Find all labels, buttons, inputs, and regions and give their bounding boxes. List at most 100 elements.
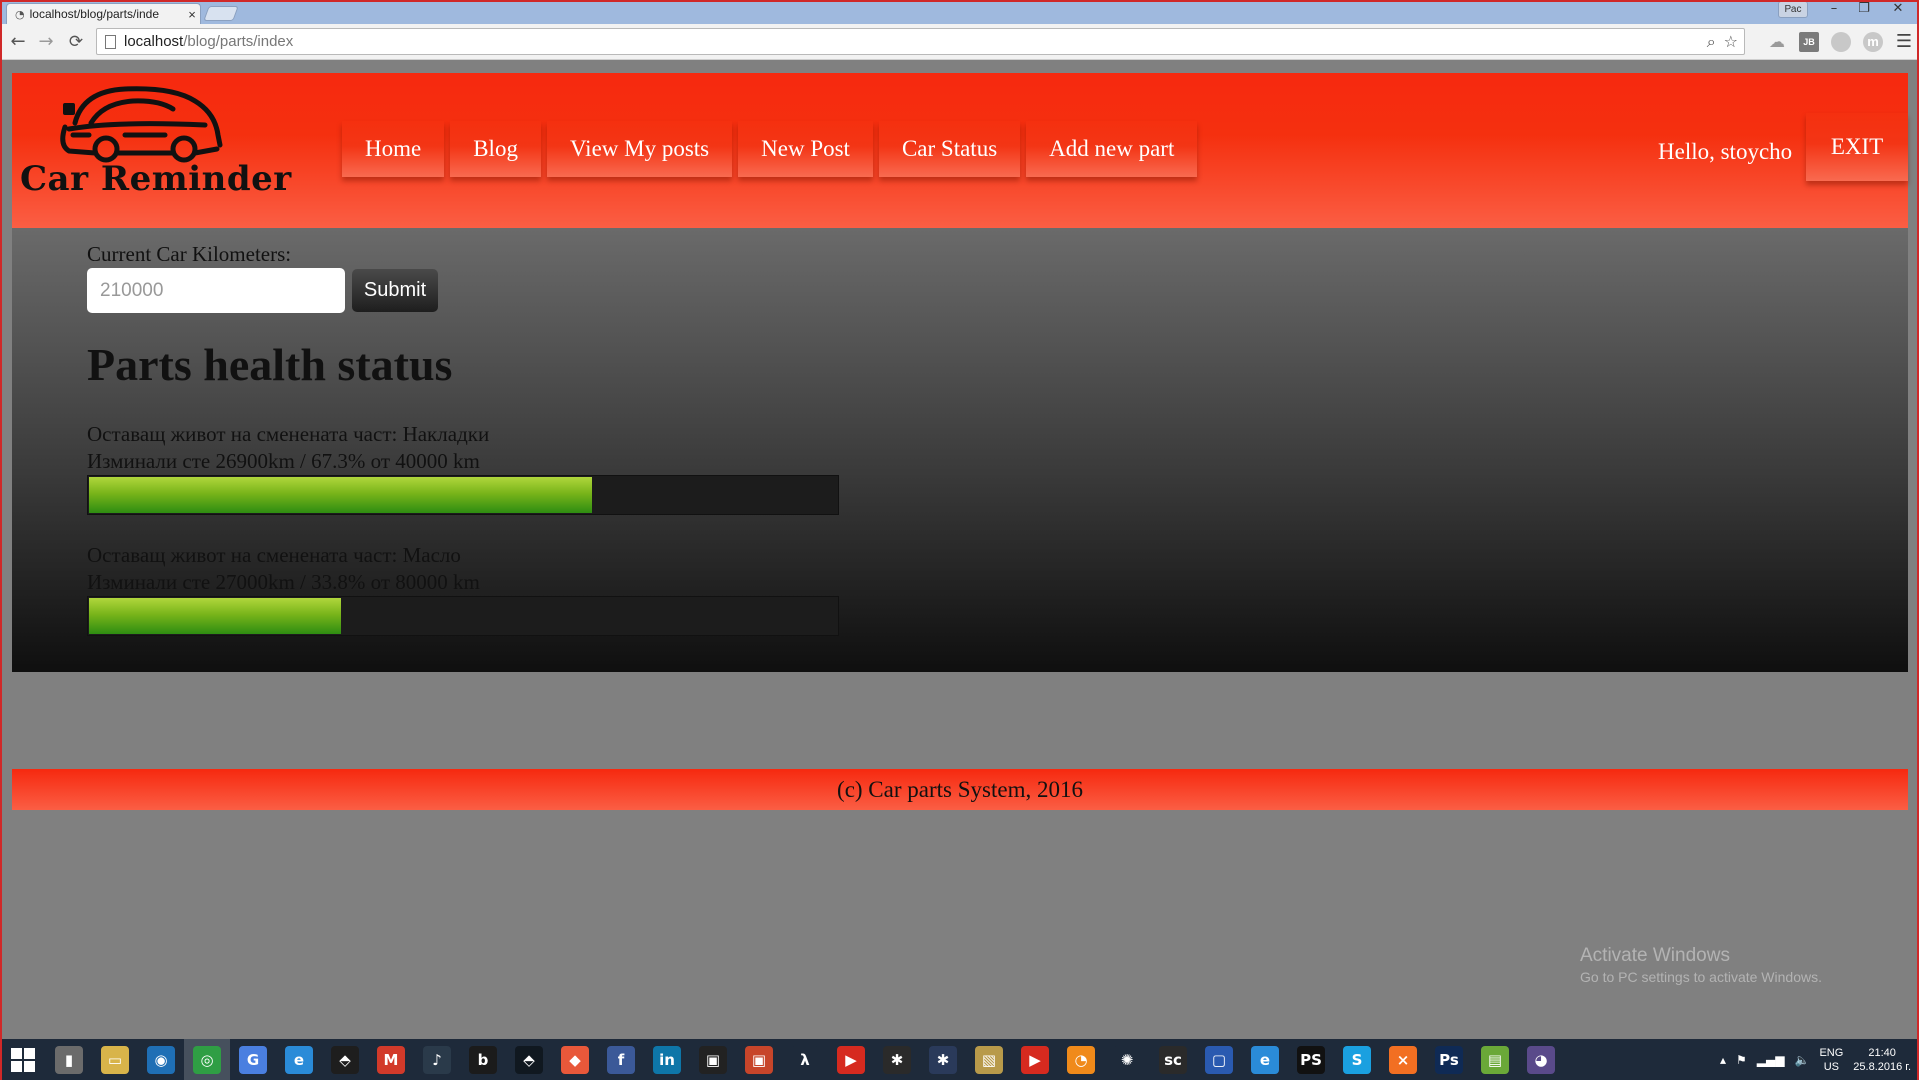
taskbar-app[interactable]: ✱	[920, 1039, 966, 1080]
taskbar-app[interactable]: λ	[782, 1039, 828, 1080]
taskbar-app[interactable]: ✺	[1104, 1039, 1150, 1080]
taskbar-app[interactable]: ▣	[690, 1039, 736, 1080]
browser-tab[interactable]: ◔ localhost/blog/parts/inde ×	[6, 3, 201, 24]
taskbar-app[interactable]: S	[1334, 1039, 1380, 1080]
app-red-icon: ▣	[745, 1045, 773, 1074]
taskbar-app[interactable]: ◉	[138, 1039, 184, 1080]
taskbar-app[interactable]: ◕	[1518, 1039, 1564, 1080]
nav-home[interactable]: Home	[342, 121, 445, 177]
car-logo-icon	[60, 86, 223, 163]
forward-button[interactable]: →	[34, 30, 58, 54]
gray-circle-extension-icon[interactable]	[1831, 32, 1851, 52]
taskbar-app[interactable]: sc	[1150, 1039, 1196, 1080]
volume-icon[interactable]: 🔈	[1794, 1053, 1809, 1067]
taskbar-app[interactable]: ▶	[828, 1039, 874, 1080]
taskbar-app[interactable]: ▤	[1472, 1039, 1518, 1080]
taskbar-app[interactable]: ♪	[414, 1039, 460, 1080]
submit-button[interactable]: Submit	[352, 269, 438, 312]
close-window-button[interactable]: ✕	[1880, 0, 1916, 20]
taskbar-app[interactable]: G	[230, 1039, 276, 1080]
activation-watermark: Activate Windows Go to PC settings to ac…	[1580, 945, 1822, 985]
nav-add-new-part[interactable]: Add new part	[1026, 121, 1198, 177]
taskbar-app[interactable]: e	[276, 1039, 322, 1080]
taskbar-app[interactable]: ▧	[966, 1039, 1012, 1080]
language-indicator[interactable]: ENG US	[1819, 1046, 1843, 1074]
site-header: Car Reminder Home Blog View My posts New…	[12, 73, 1908, 228]
chrome-menu-icon[interactable]: ☰	[1892, 30, 1916, 54]
phpstorm-icon: PS	[1297, 1045, 1325, 1074]
taskbar-app[interactable]: in	[644, 1039, 690, 1080]
km-input[interactable]	[87, 268, 345, 313]
tab-close-icon[interactable]: ×	[184, 7, 200, 22]
taskbar-app[interactable]: ▣	[736, 1039, 782, 1080]
jb-extension-icon[interactable]: JB	[1799, 32, 1819, 52]
app-runner2-icon: ✱	[929, 1045, 957, 1074]
part-item: Оставащ живот на сменената част: Накладк…	[87, 421, 839, 515]
taskbar-app[interactable]: b	[460, 1039, 506, 1080]
taskbar-app[interactable]: ▭	[92, 1039, 138, 1080]
app-runner-icon: ✱	[883, 1045, 911, 1074]
start-button[interactable]	[0, 1039, 46, 1080]
internet-explorer2-icon: e	[1251, 1045, 1279, 1074]
nav-new-post[interactable]: New Post	[738, 121, 873, 177]
network-signal-icon[interactable]: ▂▄▆	[1757, 1053, 1785, 1067]
app-framed-icon: ▣	[699, 1045, 727, 1074]
nav-view-my-posts[interactable]: View My posts	[546, 121, 733, 177]
firefox-icon: ◉	[147, 1045, 175, 1074]
part-usage-line: Изминали сте 26900km / 67.3% от 40000 km	[87, 449, 480, 473]
profile-badge[interactable]: Рас	[1778, 1, 1808, 18]
address-bar[interactable]: localhost/blog/parts/index ⌕ ☆	[96, 28, 1745, 55]
main-nav: Home Blog View My posts New Post Car Sta…	[342, 121, 1198, 177]
taskbar-app[interactable]: ▶	[1012, 1039, 1058, 1080]
bitdefender-icon: b	[469, 1045, 497, 1074]
app-photo-icon: ▧	[975, 1045, 1003, 1074]
taskbar-app[interactable]: ◔	[1058, 1039, 1104, 1080]
minimize-button[interactable]: –	[1820, 0, 1848, 20]
taskbar-app[interactable]: ⬘	[322, 1039, 368, 1080]
taskbar-app[interactable]: ◆	[552, 1039, 598, 1080]
part-progress-fill	[89, 598, 341, 634]
taskbar-app[interactable]: ▢	[1196, 1039, 1242, 1080]
google-icon: G	[239, 1045, 267, 1074]
nav-blog[interactable]: Blog	[450, 121, 541, 177]
action-center-flag-icon[interactable]: ⚑	[1736, 1053, 1747, 1067]
taskbar-app[interactable]: ◎	[184, 1039, 230, 1080]
part-item: Оставащ живот на сменената част: Масло И…	[87, 542, 839, 636]
app-sc-icon: sc	[1159, 1045, 1187, 1074]
taskbar-app[interactable]: Ps	[1426, 1039, 1472, 1080]
zoom-icon[interactable]: ⌕	[1707, 32, 1716, 52]
nav-car-status[interactable]: Car Status	[878, 121, 1021, 177]
taskbar-app[interactable]: ⬘	[506, 1039, 552, 1080]
tray-expand-icon[interactable]: ▴	[1720, 1053, 1726, 1067]
user-greeting: Hello, stoycho	[1658, 139, 1793, 164]
lambda-icon: λ	[791, 1045, 819, 1074]
exit-button[interactable]: EXIT	[1806, 113, 1908, 181]
part-name-line: Оставащ живот на сменената част: Накладк…	[87, 422, 490, 446]
url-path: /blog/parts/index	[183, 33, 294, 50]
clock[interactable]: 21:40 25.8.2016 г.	[1853, 1046, 1911, 1074]
music-icon: ♪	[423, 1045, 451, 1074]
m-extension-icon[interactable]: m	[1863, 32, 1883, 52]
km-label: Current Car Kilometers:	[87, 242, 292, 266]
back-button[interactable]: ←	[6, 30, 30, 54]
cloud-extension-icon[interactable]: ☁	[1767, 32, 1787, 52]
taskbar-app[interactable]: ⨯	[1380, 1039, 1426, 1080]
taskbar-app[interactable]: ▮	[46, 1039, 92, 1080]
taskbar-app[interactable]: PS	[1288, 1039, 1334, 1080]
page-icon	[105, 34, 116, 49]
internet-explorer-icon: e	[285, 1045, 313, 1074]
taskbar-app[interactable]: e	[1242, 1039, 1288, 1080]
part-usage-line: Изминали сте 27000km / 33.8% от 80000 km	[87, 570, 480, 594]
language-code: ENG	[1819, 1046, 1844, 1059]
app-orange2-icon: ◔	[1067, 1045, 1095, 1074]
logo[interactable]: Car Reminder	[20, 83, 320, 218]
new-tab-button[interactable]	[203, 6, 239, 21]
reload-button[interactable]: ⟳	[64, 30, 88, 54]
star-icon[interactable]: ☆	[1724, 32, 1738, 52]
maximize-button[interactable]: ❐	[1850, 0, 1878, 20]
taskbar-app[interactable]: M	[368, 1039, 414, 1080]
app-purple-icon: ◕	[1527, 1045, 1555, 1074]
taskbar-app[interactable]: ✱	[874, 1039, 920, 1080]
taskbar-app[interactable]: f	[598, 1039, 644, 1080]
gmail-icon: M	[377, 1045, 405, 1074]
